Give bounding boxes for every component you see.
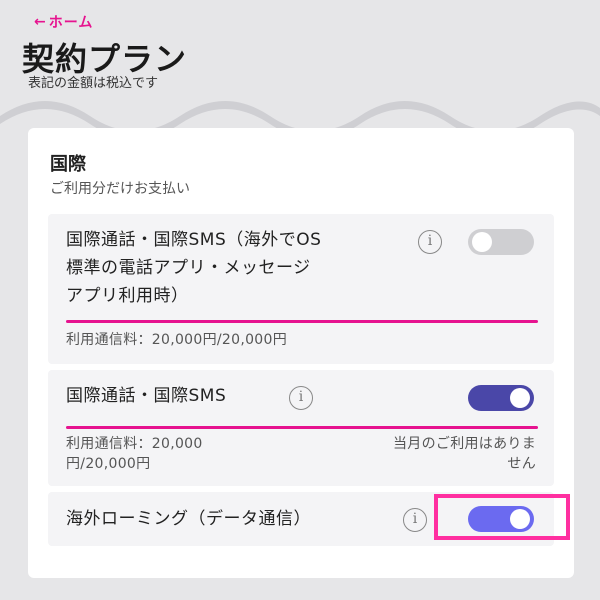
usage-line: 円/20,000円 (66, 456, 151, 472)
label-line: アプリ利用時） (66, 286, 189, 306)
section-subtitle: ご利用分だけお支払い (50, 181, 190, 197)
usage-text: 利用通信料：20,000 円/20,000円 (66, 434, 203, 474)
note-line: 当月のご利用はありま (393, 436, 536, 452)
intl-call-sms-row: 国際通話・国際SMS i 利用通信料：20,000 円/20,000円 当月のご… (48, 370, 554, 486)
label-line: 国際通話・国際SMS（海外でOS (66, 230, 322, 250)
roaming-label: 海外ローミング（データ通信） (66, 509, 311, 529)
no-usage-note: 当月のご利用はありま せん (393, 434, 536, 474)
usage-text: 利用通信料：20,000円/20,000円 (66, 332, 287, 348)
usage-progress-bar (66, 320, 538, 323)
usage-progress-bar (66, 426, 538, 429)
page-header: ← ホーム 契約プラン 表記の金額は税込です (0, 0, 600, 136)
toggle-knob (472, 232, 492, 252)
back-link-label: ホーム (48, 15, 94, 31)
intl-call-sms-os-label: 国際通話・国際SMS（海外でOS 標準の電話アプリ・メッセージ アプリ利用時） (66, 226, 321, 310)
info-icon[interactable]: i (289, 386, 313, 410)
info-icon[interactable]: i (403, 508, 427, 532)
info-icon[interactable]: i (418, 230, 442, 254)
intl-call-sms-label: 国際通話・国際SMS (66, 386, 227, 406)
toggle-knob (510, 388, 530, 408)
highlight-box (434, 494, 570, 540)
note-line: せん (507, 456, 536, 472)
section-title: 国際 (50, 154, 86, 175)
intl-call-sms-os-toggle[interactable] (468, 229, 534, 255)
intl-call-sms-os-row: 国際通話・国際SMS（海外でOS 標準の電話アプリ・メッセージ アプリ利用時） … (48, 214, 554, 364)
usage-line: 利用通信料：20,000 (66, 436, 203, 452)
intl-call-sms-toggle[interactable] (468, 385, 534, 411)
back-link[interactable]: ← ホーム (34, 12, 93, 32)
back-arrow-icon: ← (34, 14, 47, 30)
label-line: 標準の電話アプリ・メッセージ (66, 258, 311, 278)
